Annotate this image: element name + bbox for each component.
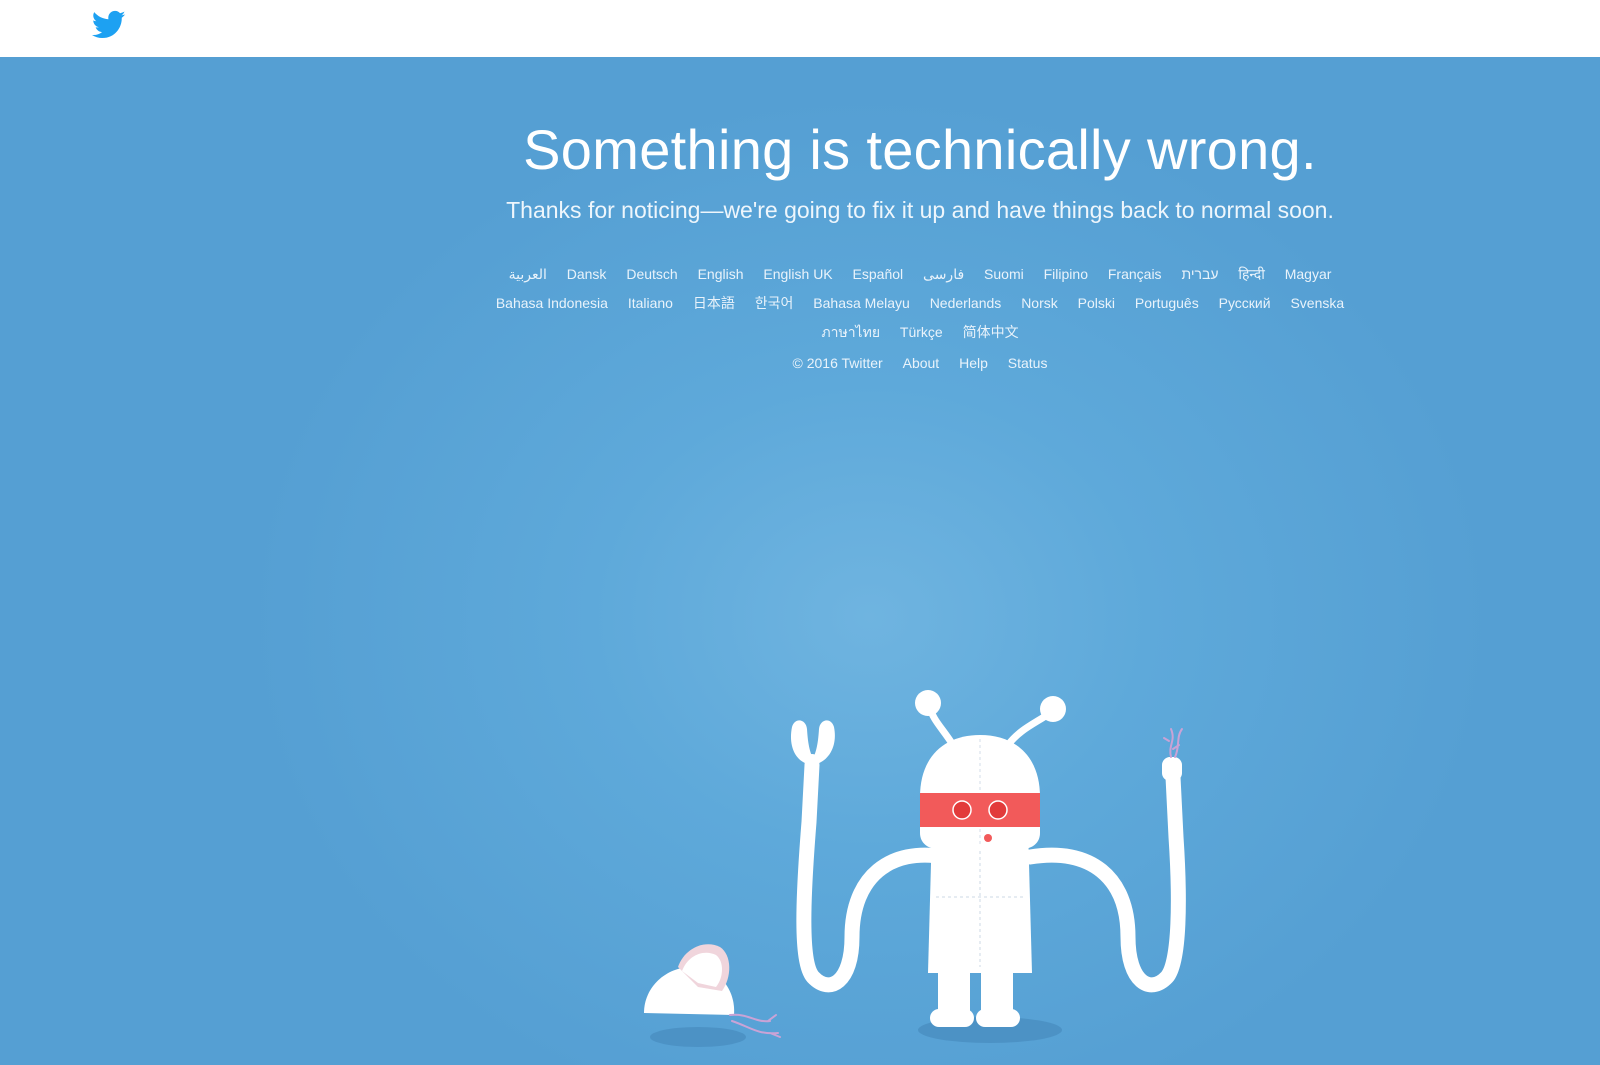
language-link-hindi[interactable]: हिन्दी xyxy=(1238,260,1264,289)
language-link-german[interactable]: Deutsch xyxy=(626,260,677,289)
language-link-polish[interactable]: Polski xyxy=(1078,289,1115,318)
language-link-portuguese[interactable]: Português xyxy=(1135,289,1199,318)
language-link-malay[interactable]: Bahasa Melayu xyxy=(813,289,910,318)
language-link-thai[interactable]: ภาษาไทย xyxy=(821,318,880,347)
language-link-farsi[interactable]: فارسی xyxy=(923,260,964,289)
about-link[interactable]: About xyxy=(903,355,940,371)
language-link-korean[interactable]: 한국어 xyxy=(755,289,794,318)
language-link-italian[interactable]: Italiano xyxy=(628,289,673,318)
twitter-bird-icon[interactable] xyxy=(92,10,126,40)
footer-links: © 2016 Twitter About Help Status xyxy=(440,355,1400,371)
error-subtitle: Thanks for noticing—we're going to fix i… xyxy=(506,197,1334,223)
top-bar xyxy=(0,0,1600,57)
language-link-filipino[interactable]: Filipino xyxy=(1044,260,1088,289)
language-link-russian[interactable]: Русский xyxy=(1219,289,1271,318)
language-link-norwegian[interactable]: Norsk xyxy=(1021,289,1058,318)
language-link-chinese-simplified[interactable]: 简体中文 xyxy=(963,318,1019,347)
language-row: ภาษาไทย Türkçe 简体中文 xyxy=(440,318,1400,347)
status-link[interactable]: Status xyxy=(1008,355,1048,371)
language-row: Bahasa Indonesia Italiano 日本語 한국어 Bahasa… xyxy=(440,289,1400,318)
language-link-french[interactable]: Français xyxy=(1108,260,1162,289)
language-link-danish[interactable]: Dansk xyxy=(567,260,607,289)
language-link-arabic[interactable]: العربية xyxy=(509,260,547,289)
error-title: Something is technically wrong. xyxy=(523,118,1317,181)
language-link-english-uk[interactable]: English UK xyxy=(763,260,832,289)
language-link-turkish[interactable]: Türkçe xyxy=(900,318,943,347)
language-list: العربية Dansk Deutsch English English UK… xyxy=(440,260,1400,347)
broken-robot-illustration xyxy=(644,690,1186,1047)
language-link-indonesian[interactable]: Bahasa Indonesia xyxy=(496,289,608,318)
language-link-hungarian[interactable]: Magyar xyxy=(1285,260,1332,289)
error-stage: Something is technically wrong. Thanks f… xyxy=(0,57,1600,1065)
help-link[interactable]: Help xyxy=(959,355,988,371)
copyright-text: © 2016 Twitter xyxy=(792,355,883,371)
language-link-dutch[interactable]: Nederlands xyxy=(930,289,1002,318)
language-link-japanese[interactable]: 日本語 xyxy=(693,289,735,318)
language-row: العربية Dansk Deutsch English English UK… xyxy=(440,260,1400,289)
language-link-finnish[interactable]: Suomi xyxy=(984,260,1024,289)
language-link-hebrew[interactable]: עברית xyxy=(1181,260,1218,289)
language-link-spanish[interactable]: Español xyxy=(853,260,904,289)
language-link-english[interactable]: English xyxy=(698,260,744,289)
language-link-swedish[interactable]: Svenska xyxy=(1290,289,1344,318)
